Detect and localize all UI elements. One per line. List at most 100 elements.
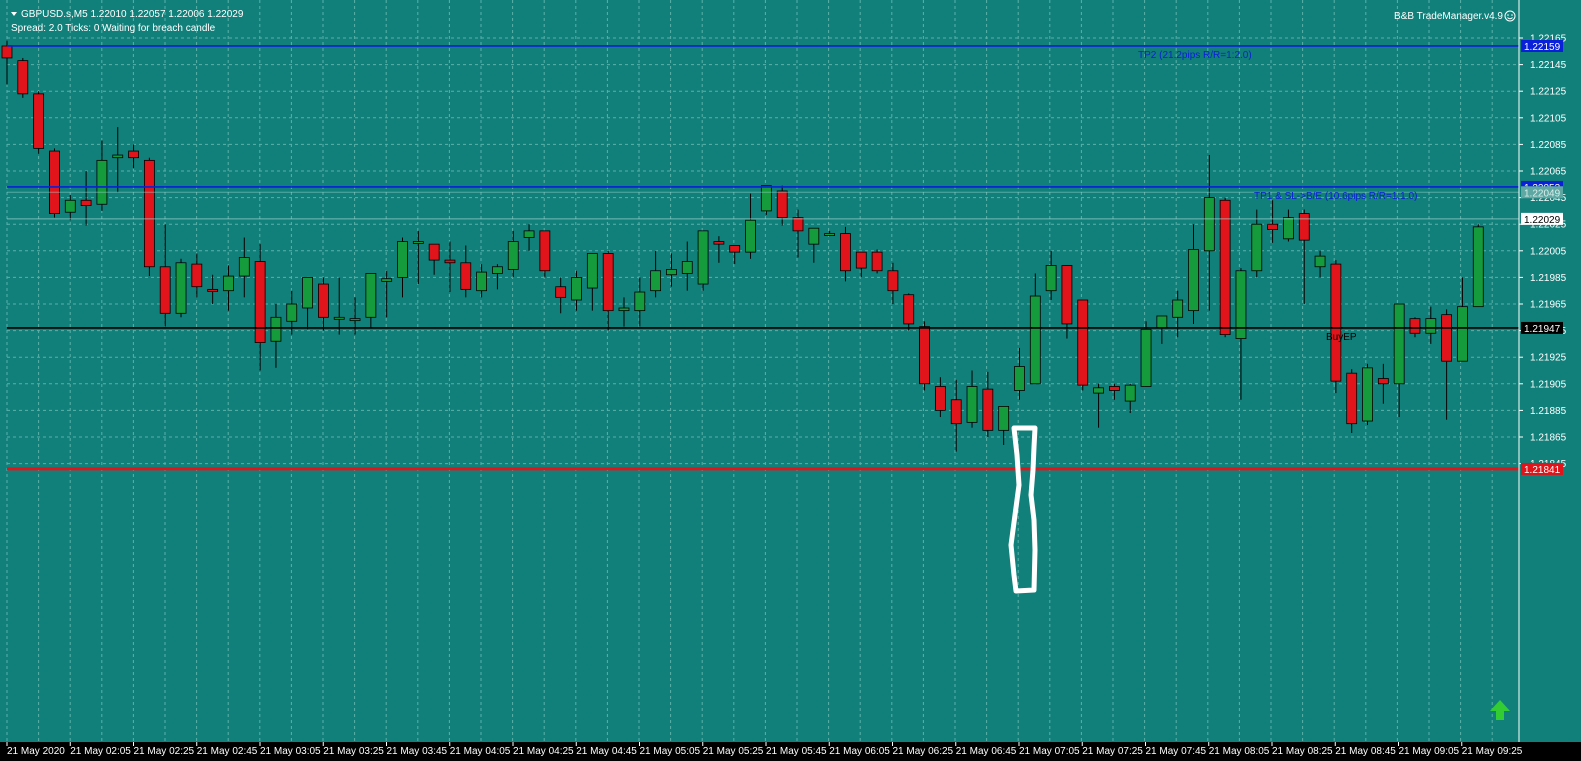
time-tick-label: 21 May 05:05 (640, 746, 701, 756)
candle (17, 57, 29, 98)
bull-candle-body (302, 276, 313, 309)
bull-candle-body (223, 275, 234, 292)
bull-candle-body (760, 185, 772, 212)
time-tick-label: 21 May 04:45 (576, 746, 637, 756)
bull-candle-body (1283, 217, 1294, 240)
bull-candle-body (381, 278, 393, 282)
time-tick-label: 21 May 09:25 (1462, 746, 1523, 756)
bear-candle-body (1377, 378, 1389, 385)
bull-candle-body (507, 241, 519, 270)
time-tick-label: 21 May 05:25 (703, 746, 764, 756)
bull-candle-body (1472, 226, 1484, 308)
bull-candle-body (286, 303, 298, 322)
candle (143, 157, 155, 277)
bear-candle-body (840, 233, 851, 272)
bear-candle-body (1441, 314, 1453, 362)
bear-candle-body (950, 399, 962, 425)
bull-candle-body (64, 199, 76, 213)
candle (871, 249, 883, 274)
bull-candle-body (697, 230, 709, 285)
bear-candle-body (1219, 199, 1231, 335)
bear-candle-body (460, 262, 472, 290)
bull-candle-body (1203, 197, 1215, 252)
bear-candle-body (1061, 265, 1073, 325)
bear-candle-body (1267, 223, 1278, 230)
bull-candle-body (586, 253, 598, 289)
bear-candle-body (143, 159, 155, 268)
time-tick-label: 21 May 04:25 (513, 746, 574, 756)
time-tick-label: 21 May 03:25 (323, 746, 384, 756)
price-tick-label: 1.22125 (1530, 87, 1567, 98)
bull-candle-body (238, 257, 250, 277)
price-tick-label: 1.21925 (1530, 353, 1567, 364)
bull-candle-body (1425, 318, 1437, 334)
bull-candle-body (175, 262, 187, 314)
bull-candle-body (1314, 255, 1326, 268)
bull-candle-body (1029, 295, 1041, 385)
bull-candle-body (365, 273, 377, 318)
sl-price-tag-text: 1.21841 (1524, 465, 1561, 476)
bull-candle-body (1172, 299, 1184, 318)
bear-candle-body (792, 217, 804, 232)
bull-candle-body (1045, 265, 1057, 292)
bear-candle-body (1077, 299, 1089, 386)
status-text: Spread: 2.0 Ticks: 0 Waiting for breach … (11, 23, 216, 34)
time-tick-label: 21 May 05:45 (766, 746, 827, 756)
bull-candle-body (96, 159, 108, 205)
candle (1346, 369, 1358, 434)
bid-price-tag-text: 1.22029 (1524, 215, 1561, 226)
chart-canvas[interactable]: TP2 (21.2pips R/R=1:2.0) TP1 & SL->B/E (… (0, 0, 1581, 757)
bull-candle-body (634, 291, 646, 312)
candle (1330, 260, 1342, 394)
time-tick-label: 21 May 06:45 (956, 746, 1017, 756)
bull-candle-body (650, 270, 662, 292)
bear-candle-body (1409, 318, 1421, 334)
time-tick-label: 21 May 03:05 (260, 746, 321, 756)
bear-candle-body (159, 266, 171, 314)
price-tick-label: 1.21905 (1530, 379, 1567, 390)
bull-candle-body (523, 230, 535, 238)
candle (1077, 299, 1089, 391)
bear-candle-body (1346, 372, 1358, 425)
bull-candle-body (112, 154, 124, 159)
candle (33, 91, 45, 154)
bull-candle-body (1124, 384, 1136, 402)
bull-candle-body (397, 241, 408, 278)
bull-candle-body (681, 261, 693, 274)
time-tick-label: 21 May 09:05 (1399, 746, 1460, 756)
bear-candle-body (713, 241, 725, 245)
bull-candle-body (618, 307, 630, 312)
tp2-label: TP2 (21.2pips R/R=1:2.0) (1138, 50, 1252, 61)
price-tick-label: 1.22145 (1530, 60, 1567, 71)
entry-label: BuyEP (1326, 332, 1357, 343)
bull-candle-body (745, 219, 756, 253)
time-tick-label: 21 May 02:45 (197, 746, 258, 756)
price-tick-label: 1.22105 (1530, 113, 1567, 124)
bear-candle-body (776, 190, 788, 218)
bull-candle-body (270, 316, 282, 342)
time-tick-label: 21 May 06:05 (829, 746, 890, 756)
time-tick-label: 21 May 04:05 (450, 746, 511, 756)
bear-candle-body (17, 60, 29, 95)
bull-candle-body (1457, 306, 1468, 362)
price-tick-label: 1.21985 (1530, 273, 1567, 284)
trading-chart[interactable]: TP2 (21.2pips R/R=1:2.0) TP1 & SL->B/E (… (0, 0, 1581, 757)
bull-candle-body (1362, 367, 1373, 422)
bull-candle-body (1251, 223, 1263, 272)
bear-candle-body (317, 283, 329, 318)
bear-candle-body (539, 230, 551, 272)
candle (1140, 321, 1152, 387)
time-tick-label: 21 May 02:05 (70, 746, 131, 756)
time-tick-label: 21 May 07:25 (1082, 746, 1143, 756)
price-tick-label: 1.22005 (1530, 246, 1567, 257)
bull-candle-body (824, 233, 836, 236)
bull-candle-body (1093, 387, 1104, 394)
bull-candle-body (492, 266, 503, 274)
bull-candle-body (1140, 328, 1152, 387)
time-tick-label: 21 May 08:25 (1272, 746, 1333, 756)
bear-candle-body (428, 243, 440, 261)
bear-candle-body (207, 288, 219, 292)
bear-candle-body (602, 253, 614, 312)
ask-price-tag-text: 1.22049 (1524, 188, 1561, 199)
bear-candle-body (871, 251, 883, 272)
